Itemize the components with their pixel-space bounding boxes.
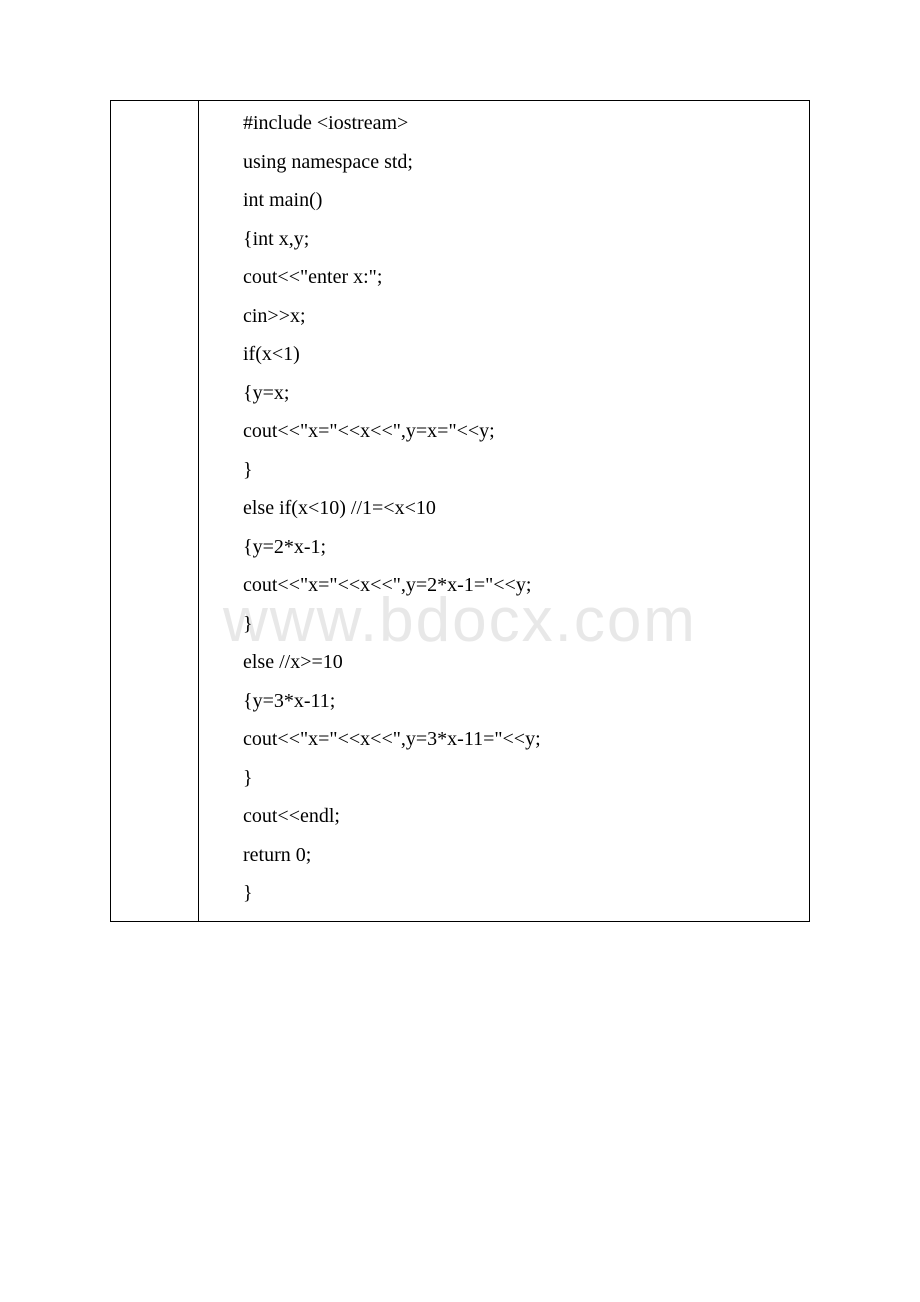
code-line: cout<<"x="<<x<<",y=2*x-1="<<y; <box>243 575 799 595</box>
code-line: int main() <box>243 190 799 210</box>
left-empty-cell <box>111 101 199 922</box>
code-line: {y=3*x-11; <box>243 691 799 711</box>
code-line: cout<<"x="<<x<<",y=3*x-11="<<y; <box>243 729 799 749</box>
code-line: else if(x<10) //1=<x<10 <box>243 498 799 518</box>
code-line: cout<<endl; <box>243 806 799 826</box>
code-line: cout<<"enter x:"; <box>243 267 799 287</box>
code-line: } <box>243 460 799 480</box>
code-line: return 0; <box>243 845 799 865</box>
code-line: } <box>243 768 799 788</box>
code-line: cin>>x; <box>243 306 799 326</box>
code-cell: #include <iostream> using namespace std;… <box>199 101 810 922</box>
code-line: cout<<"x="<<x<<",y=x="<<y; <box>243 421 799 441</box>
code-line: {int x,y; <box>243 229 799 249</box>
document-content: #include <iostream> using namespace std;… <box>110 100 810 922</box>
code-line: {y=x; <box>243 383 799 403</box>
code-line: else //x>=10 <box>243 652 799 672</box>
code-line: #include <iostream> <box>243 113 799 133</box>
code-line: using namespace std; <box>243 152 799 172</box>
code-line: } <box>243 883 799 903</box>
code-line: {y=2*x-1; <box>243 537 799 557</box>
code-table: #include <iostream> using namespace std;… <box>110 100 810 922</box>
code-line: if(x<1) <box>243 344 799 364</box>
code-line: } <box>243 614 799 634</box>
